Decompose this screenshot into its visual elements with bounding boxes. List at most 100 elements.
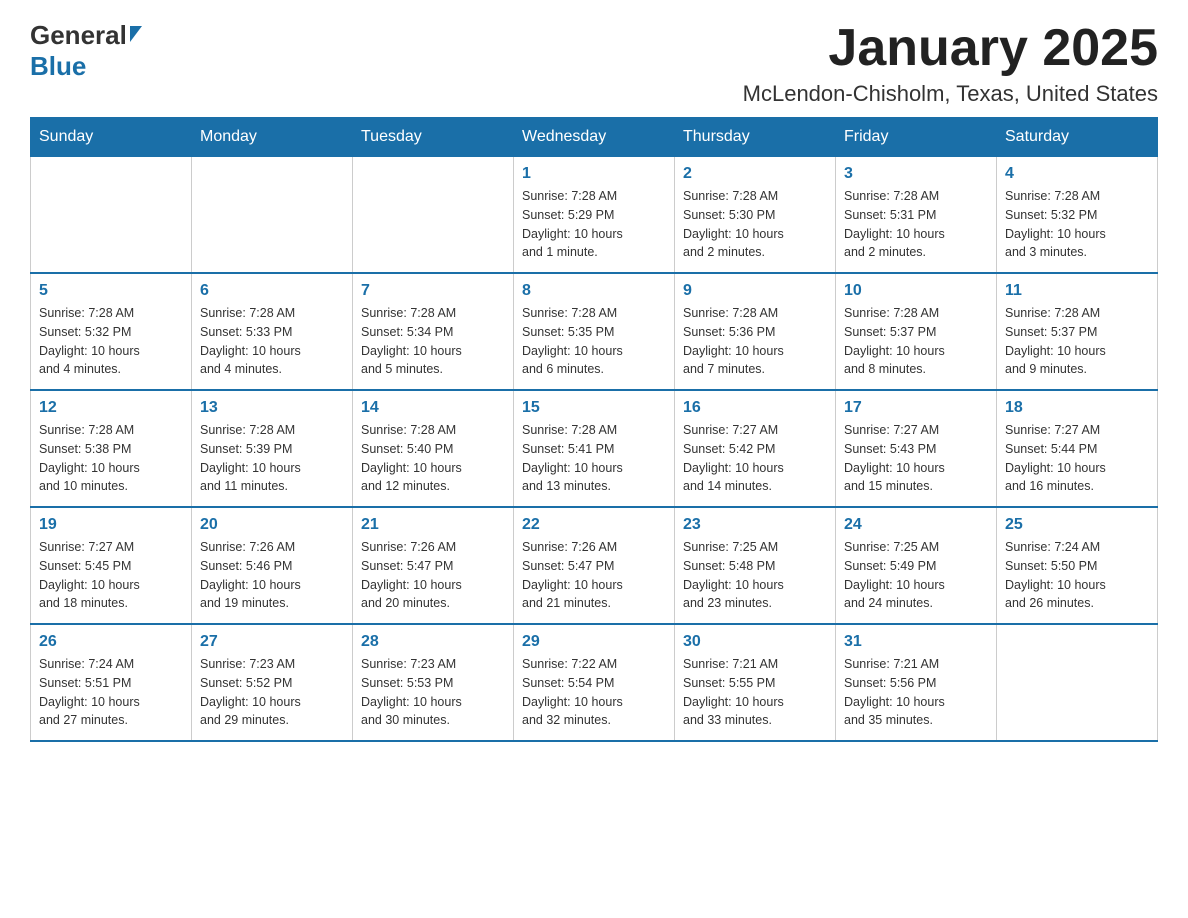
header-cell-wednesday: Wednesday	[514, 118, 675, 157]
day-number: 14	[361, 399, 505, 417]
calendar-header: SundayMondayTuesdayWednesdayThursdayFrid…	[31, 118, 1158, 157]
day-cell: 21Sunrise: 7:26 AMSunset: 5:47 PMDayligh…	[353, 507, 514, 624]
day-cell: 4Sunrise: 7:28 AMSunset: 5:32 PMDaylight…	[997, 157, 1158, 274]
day-info: Sunrise: 7:23 AMSunset: 5:52 PMDaylight:…	[200, 655, 344, 730]
week-row-4: 26 Sunrise: 7:24 AMSunset: 5:51 PMDayligh…	[31, 624, 1158, 741]
day-cell: 10 Sunrise: 7:28 AMSunset: 5:37 PMDayligh…	[836, 273, 997, 390]
day-cell: 29 Sunrise: 7:22 AMSunset: 5:54 PMDayligh…	[514, 624, 675, 741]
header-cell-sunday: Sunday	[31, 118, 192, 157]
day-info: Sunrise: 7:24 AMSunset: 5:50 PMDaylight:…	[1005, 538, 1149, 613]
day-info: Sunrise: 7:21 AMSunset: 5:56 PMDaylight:…	[844, 655, 988, 730]
day-cell: 23Sunrise: 7:25 AMSunset: 5:48 PMDayligh…	[675, 507, 836, 624]
day-cell: 11 Sunrise: 7:28 AMSunset: 5:37 PMDayligh…	[997, 273, 1158, 390]
calendar-subtitle: McLendon-Chisholm, Texas, United States	[743, 81, 1158, 107]
day-cell: 1 Sunrise: 7:28 AMSunset: 5:29 PMDaylight…	[514, 157, 675, 274]
day-info: Sunrise: 7:27 AMSunset: 5:43 PMDaylight:…	[844, 421, 988, 496]
day-info: Sunrise: 7:28 AMSunset: 5:41 PMDaylight:…	[522, 421, 666, 496]
day-cell: 20Sunrise: 7:26 AMSunset: 5:46 PMDayligh…	[192, 507, 353, 624]
day-number: 7	[361, 282, 505, 300]
day-cell: 12Sunrise: 7:28 AMSunset: 5:38 PMDayligh…	[31, 390, 192, 507]
calendar-title: January 2025	[743, 20, 1158, 77]
day-info: Sunrise: 7:26 AMSunset: 5:47 PMDaylight:…	[522, 538, 666, 613]
day-cell: 26 Sunrise: 7:24 AMSunset: 5:51 PMDayligh…	[31, 624, 192, 741]
day-number: 2	[683, 165, 827, 183]
day-cell: 8 Sunrise: 7:28 AMSunset: 5:35 PMDaylight…	[514, 273, 675, 390]
day-number: 26	[39, 633, 183, 651]
day-cell: 14 Sunrise: 7:28 AMSunset: 5:40 PMDayligh…	[353, 390, 514, 507]
day-info: Sunrise: 7:27 AMSunset: 5:45 PMDaylight:…	[39, 538, 183, 613]
day-number: 9	[683, 282, 827, 300]
day-number: 28	[361, 633, 505, 651]
day-cell	[997, 624, 1158, 741]
header-cell-friday: Friday	[836, 118, 997, 157]
day-info: Sunrise: 7:28 AMSunset: 5:29 PMDaylight:…	[522, 187, 666, 262]
day-info: Sunrise: 7:21 AMSunset: 5:55 PMDaylight:…	[683, 655, 827, 730]
day-cell: 18 Sunrise: 7:27 AMSunset: 5:44 PMDayligh…	[997, 390, 1158, 507]
week-row-3: 19 Sunrise: 7:27 AMSunset: 5:45 PMDayligh…	[31, 507, 1158, 624]
day-cell: 13 Sunrise: 7:28 AMSunset: 5:39 PMDayligh…	[192, 390, 353, 507]
day-cell: 17Sunrise: 7:27 AMSunset: 5:43 PMDayligh…	[836, 390, 997, 507]
day-number: 23	[683, 516, 827, 534]
day-number: 1	[522, 165, 666, 183]
day-cell: 19 Sunrise: 7:27 AMSunset: 5:45 PMDayligh…	[31, 507, 192, 624]
day-number: 4	[1005, 165, 1149, 183]
day-number: 24	[844, 516, 988, 534]
day-info: Sunrise: 7:26 AMSunset: 5:47 PMDaylight:…	[361, 538, 505, 613]
day-number: 13	[200, 399, 344, 417]
header-cell-thursday: Thursday	[675, 118, 836, 157]
day-info: Sunrise: 7:28 AMSunset: 5:37 PMDaylight:…	[844, 304, 988, 379]
logo: General	[30, 20, 142, 51]
header-row: SundayMondayTuesdayWednesdayThursdayFrid…	[31, 118, 1158, 157]
day-number: 19	[39, 516, 183, 534]
header-cell-tuesday: Tuesday	[353, 118, 514, 157]
day-info: Sunrise: 7:26 AMSunset: 5:46 PMDaylight:…	[200, 538, 344, 613]
day-cell: 16Sunrise: 7:27 AMSunset: 5:42 PMDayligh…	[675, 390, 836, 507]
day-cell: 2Sunrise: 7:28 AMSunset: 5:30 PMDaylight…	[675, 157, 836, 274]
day-number: 16	[683, 399, 827, 417]
day-cell: 3 Sunrise: 7:28 AMSunset: 5:31 PMDaylight…	[836, 157, 997, 274]
day-info: Sunrise: 7:28 AMSunset: 5:35 PMDaylight:…	[522, 304, 666, 379]
day-info: Sunrise: 7:28 AMSunset: 5:39 PMDaylight:…	[200, 421, 344, 496]
page-header: General Blue January 2025 McLendon-Chish…	[30, 20, 1158, 107]
day-info: Sunrise: 7:22 AMSunset: 5:54 PMDaylight:…	[522, 655, 666, 730]
header-cell-saturday: Saturday	[997, 118, 1158, 157]
day-info: Sunrise: 7:28 AMSunset: 5:32 PMDaylight:…	[39, 304, 183, 379]
day-cell: 24Sunrise: 7:25 AMSunset: 5:49 PMDayligh…	[836, 507, 997, 624]
day-number: 6	[200, 282, 344, 300]
header-cell-monday: Monday	[192, 118, 353, 157]
day-cell: 7 Sunrise: 7:28 AMSunset: 5:34 PMDaylight…	[353, 273, 514, 390]
week-row-1: 5 Sunrise: 7:28 AMSunset: 5:32 PMDaylight…	[31, 273, 1158, 390]
day-number: 30	[683, 633, 827, 651]
day-number: 8	[522, 282, 666, 300]
day-info: Sunrise: 7:28 AMSunset: 5:34 PMDaylight:…	[361, 304, 505, 379]
day-number: 29	[522, 633, 666, 651]
day-cell: 28 Sunrise: 7:23 AMSunset: 5:53 PMDayligh…	[353, 624, 514, 741]
day-number: 22	[522, 516, 666, 534]
day-number: 5	[39, 282, 183, 300]
day-number: 11	[1005, 282, 1149, 300]
week-row-2: 12Sunrise: 7:28 AMSunset: 5:38 PMDayligh…	[31, 390, 1158, 507]
day-info: Sunrise: 7:28 AMSunset: 5:38 PMDaylight:…	[39, 421, 183, 496]
week-row-0: 1 Sunrise: 7:28 AMSunset: 5:29 PMDaylight…	[31, 157, 1158, 274]
day-cell: 22 Sunrise: 7:26 AMSunset: 5:47 PMDayligh…	[514, 507, 675, 624]
logo-triangle-icon	[130, 26, 142, 42]
day-info: Sunrise: 7:28 AMSunset: 5:31 PMDaylight:…	[844, 187, 988, 262]
day-cell: 5 Sunrise: 7:28 AMSunset: 5:32 PMDaylight…	[31, 273, 192, 390]
day-info: Sunrise: 7:23 AMSunset: 5:53 PMDaylight:…	[361, 655, 505, 730]
logo-area: General Blue	[30, 20, 142, 82]
day-number: 18	[1005, 399, 1149, 417]
logo-general-text: General	[30, 20, 127, 51]
day-info: Sunrise: 7:28 AMSunset: 5:40 PMDaylight:…	[361, 421, 505, 496]
day-cell: 31Sunrise: 7:21 AMSunset: 5:56 PMDayligh…	[836, 624, 997, 741]
day-info: Sunrise: 7:27 AMSunset: 5:44 PMDaylight:…	[1005, 421, 1149, 496]
day-cell: 25 Sunrise: 7:24 AMSunset: 5:50 PMDayligh…	[997, 507, 1158, 624]
day-info: Sunrise: 7:28 AMSunset: 5:33 PMDaylight:…	[200, 304, 344, 379]
day-number: 10	[844, 282, 988, 300]
day-info: Sunrise: 7:24 AMSunset: 5:51 PMDaylight:…	[39, 655, 183, 730]
day-info: Sunrise: 7:28 AMSunset: 5:37 PMDaylight:…	[1005, 304, 1149, 379]
day-number: 3	[844, 165, 988, 183]
day-cell: 30 Sunrise: 7:21 AMSunset: 5:55 PMDayligh…	[675, 624, 836, 741]
day-cell: 15Sunrise: 7:28 AMSunset: 5:41 PMDayligh…	[514, 390, 675, 507]
day-number: 25	[1005, 516, 1149, 534]
title-area: January 2025 McLendon-Chisholm, Texas, U…	[743, 20, 1158, 107]
